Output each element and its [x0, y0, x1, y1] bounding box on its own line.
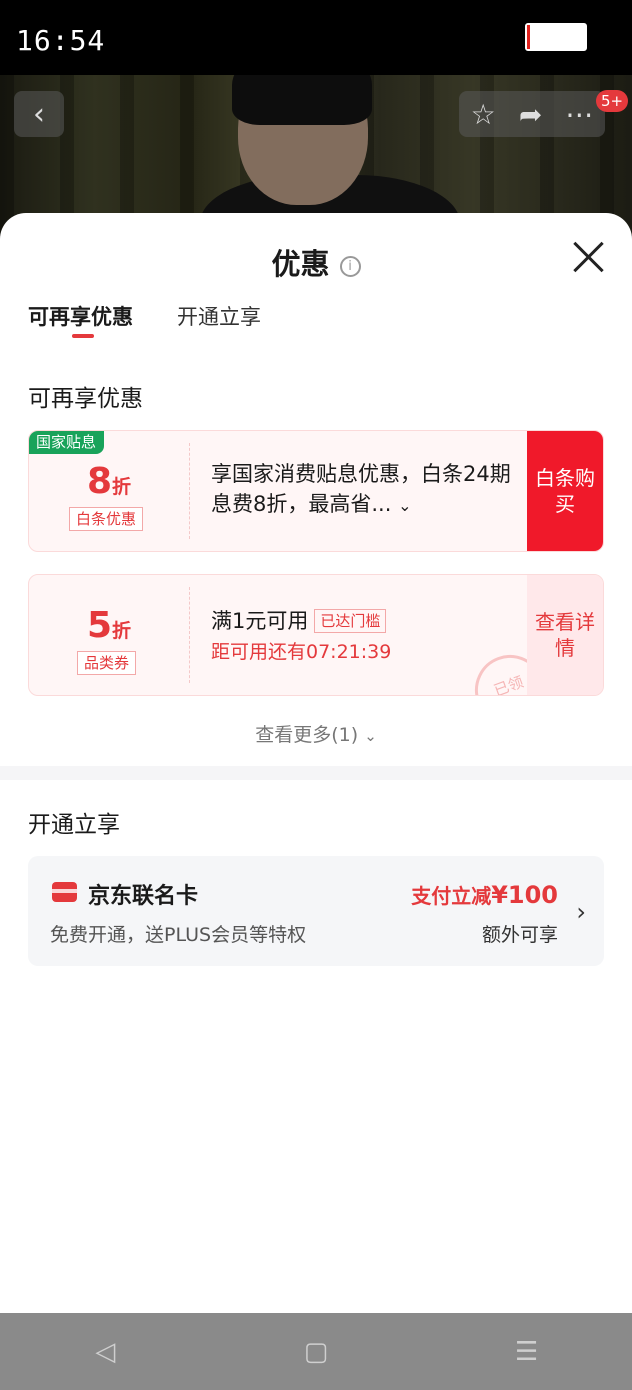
tab-open[interactable]: 开通立享 — [177, 301, 261, 331]
tab-bar: 可再享优惠 开通立享 — [28, 301, 261, 338]
section-title-open: 开通立享 — [28, 812, 120, 838]
status-bar: 16:54 — [0, 0, 632, 75]
coupon-condition: 满1元可用 已达门槛 — [211, 605, 387, 635]
view-more-link[interactable]: 查看更多(1) ⌄ — [0, 720, 632, 747]
coupon-type-tag: 品类券 — [77, 651, 137, 675]
status-time: 16:54 — [16, 24, 106, 57]
card-extra: 额外可享 — [481, 924, 558, 946]
close-icon[interactable] — [572, 241, 604, 273]
system-nav-bar: ◁ ▢ ☰ — [0, 1313, 632, 1390]
sheet-title: 优惠 i — [0, 241, 632, 283]
discount-sheet: 优惠 i 可再享优惠 开通立享 可再享优惠 8折 白条优惠 享国家消费贴息优惠，白… — [0, 213, 632, 1313]
coupon-value: 8折 — [86, 461, 132, 502]
chevron-down-icon: ⌄ — [364, 727, 377, 745]
coupon-type-tag: 白条优惠 — [69, 507, 144, 531]
card-icon — [52, 882, 77, 902]
coupon-card-category[interactable]: 5折 品类券 满1元可用 已达门槛 距可用还有07:21:39 已领 查看详情 — [28, 574, 604, 696]
coupon-countdown: 距可用还有07:21:39 — [211, 641, 392, 663]
card-name: 京东联名卡 — [88, 884, 199, 909]
view-details-button[interactable]: 查看详情 — [527, 575, 603, 695]
share-icon[interactable]: ➦ — [519, 98, 542, 131]
coupon-description[interactable]: 享国家消费贴息优惠，白条24期息费8折，最高省... ⌄ — [211, 459, 521, 521]
card-subtitle: 免费开通，送PLUS会员等特权 — [50, 924, 307, 946]
threshold-badge: 已达门槛 — [314, 609, 387, 633]
battery-icon — [525, 23, 587, 51]
sheet-title-text: 优惠 — [271, 247, 330, 281]
info-icon[interactable]: i — [339, 256, 361, 277]
coupon-card-baitiao[interactable]: 8折 白条优惠 享国家消费贴息优惠，白条24期息费8折，最高省... ⌄ 白条购… — [28, 430, 604, 552]
message-badge: 5+ — [596, 90, 629, 112]
back-icon: ‹ — [33, 96, 45, 132]
more-icon[interactable]: ⋯ — [565, 98, 593, 131]
nav-menu-icon[interactable]: ☰ — [497, 1337, 557, 1367]
back-button[interactable]: ‹ — [14, 91, 64, 137]
nav-back-icon[interactable]: ◁ — [75, 1337, 135, 1367]
corner-tag: 国家贴息 — [29, 431, 105, 454]
coupon-value: 5折 — [86, 605, 132, 646]
chevron-down-icon: ⌄ — [398, 496, 412, 515]
card-promo: 支付立减¥100 — [411, 881, 558, 909]
section-title-discounts: 可再享优惠 — [28, 386, 143, 412]
jd-cobrand-card[interactable]: 京东联名卡 免费开通，送PLUS会员等特权 支付立减¥100 额外可享 › — [28, 856, 604, 966]
nav-home-icon[interactable]: ▢ — [286, 1337, 346, 1367]
coupon-value-block: 5折 品类券 — [29, 575, 189, 695]
baitiao-buy-button[interactable]: 白条购买 — [527, 431, 603, 551]
top-actions: ☆ ➦ ⋯ — [459, 91, 605, 137]
star-icon[interactable]: ☆ — [471, 98, 496, 131]
chevron-right-icon: › — [576, 898, 586, 926]
tab-discounts[interactable]: 可再享优惠 — [28, 301, 133, 338]
